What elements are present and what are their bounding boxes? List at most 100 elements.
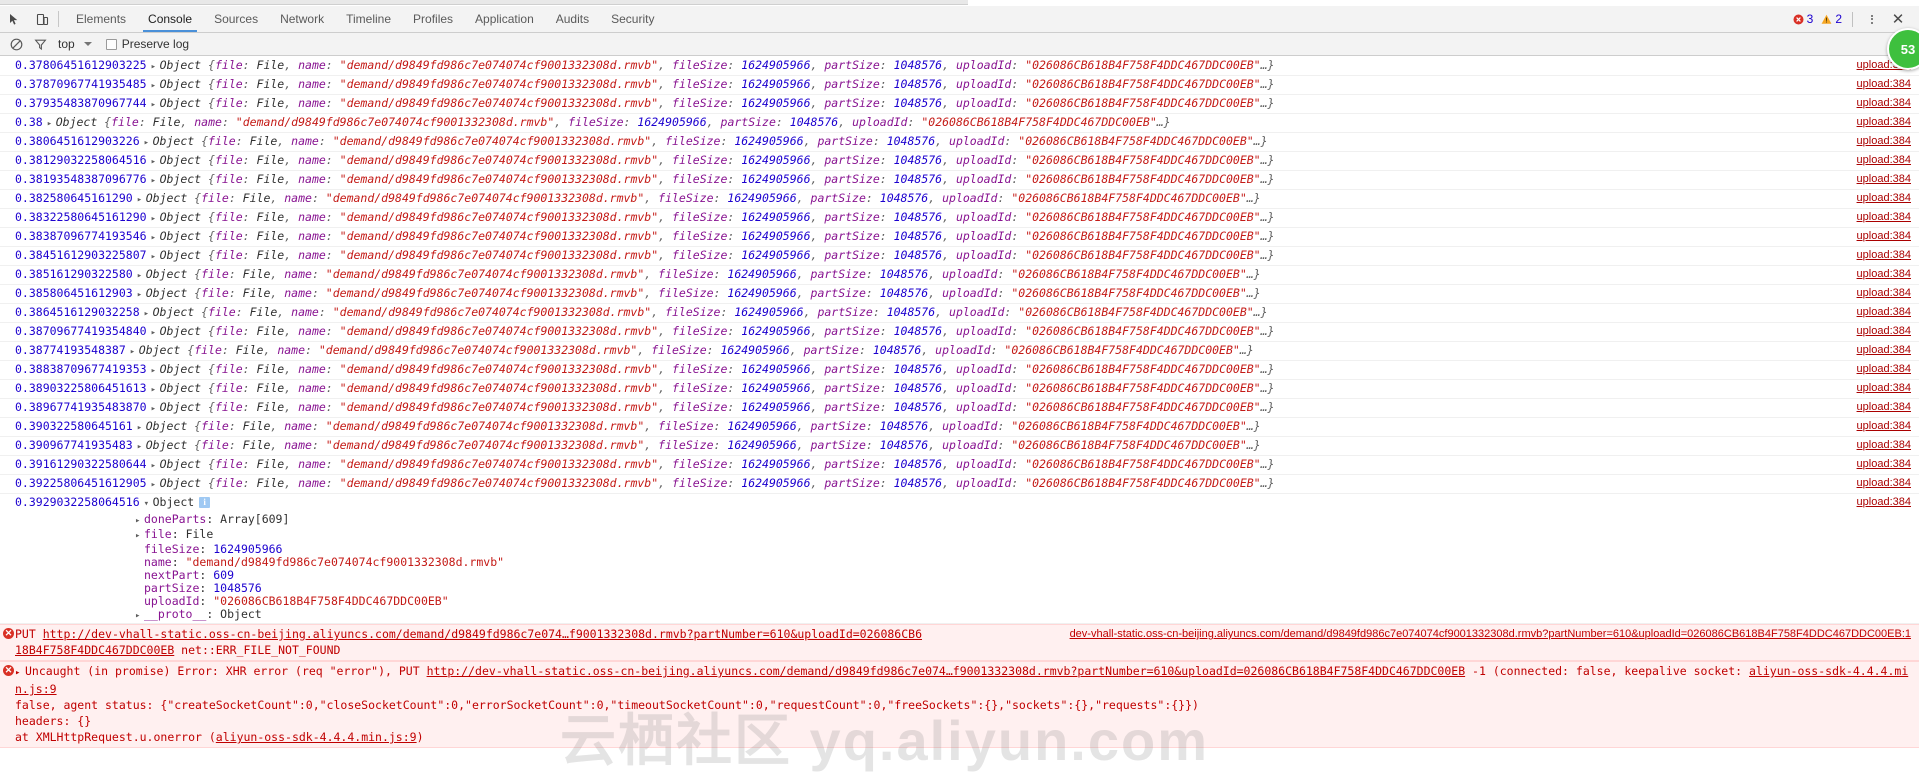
- source-link[interactable]: upload:384: [1857, 380, 1911, 396]
- console-log-row[interactable]: 0.390322580645161 ▸ Object {file: File, na…: [0, 418, 1919, 437]
- tab-network[interactable]: Network: [269, 6, 335, 32]
- source-link[interactable]: upload:384: [1857, 456, 1911, 472]
- tab-timeline[interactable]: Timeline: [335, 6, 402, 32]
- object-label[interactable]: Object: [160, 362, 202, 376]
- object-label[interactable]: Object: [160, 248, 202, 262]
- console-log-row[interactable]: 0.38193548387096776 ▸ Object {file: File, …: [0, 171, 1919, 190]
- tab-profiles[interactable]: Profiles: [402, 6, 464, 32]
- console-message-list[interactable]: 0.37806451612903225 ▸ Object {file: File, …: [0, 57, 1919, 784]
- console-error-row[interactable]: ✕ PUT http://dev-vhall-static.oss-cn-beij…: [0, 624, 1919, 661]
- object-label[interactable]: Object: [153, 134, 195, 148]
- expand-arrow-icon[interactable]: ▸: [151, 363, 160, 379]
- expand-arrow-icon[interactable]: ▸: [151, 173, 160, 189]
- source-link[interactable]: upload:384: [1857, 494, 1911, 511]
- source-link[interactable]: upload:384: [1857, 475, 1911, 491]
- expand-arrow-icon[interactable]: ▸: [135, 530, 144, 543]
- object-label[interactable]: Object: [160, 77, 202, 91]
- warning-counter[interactable]: 2: [1821, 12, 1847, 26]
- toggle-device-toolbar-icon[interactable]: [28, 6, 56, 32]
- expand-arrow-icon[interactable]: ▸: [151, 477, 160, 493]
- source-link[interactable]: upload:384: [1857, 342, 1911, 358]
- expand-arrow-icon[interactable]: ▸: [151, 382, 160, 398]
- source-link[interactable]: upload:384: [1857, 133, 1911, 149]
- console-log-row[interactable]: 0.3864516129032258 ▸ Object {file: File, n…: [0, 304, 1919, 323]
- source-link[interactable]: upload:384: [1857, 114, 1911, 130]
- object-property-row[interactable]: ▸ file: File: [15, 528, 1919, 543]
- source-link[interactable]: upload:384: [1857, 361, 1911, 377]
- console-log-row[interactable]: 0.38838709677419353 ▸ Object {file: File, …: [0, 361, 1919, 380]
- tab-security[interactable]: Security: [600, 6, 665, 32]
- console-log-row[interactable]: 0.390967741935483 ▸ Object {file: File, na…: [0, 437, 1919, 456]
- expand-arrow-icon[interactable]: ▸: [151, 458, 160, 474]
- expand-arrow-icon[interactable]: ▸: [137, 287, 146, 303]
- tab-elements[interactable]: Elements: [65, 6, 137, 32]
- console-log-row[interactable]: 0.385161290322580 ▸ Object {file: File, na…: [0, 266, 1919, 285]
- console-log-row[interactable]: 0.38774193548387 ▸ Object {file: File, nam…: [0, 342, 1919, 361]
- source-link[interactable]: upload:384: [1857, 152, 1911, 168]
- console-log-row[interactable]: 0.385806451612903 ▸ Object {file: File, na…: [0, 285, 1919, 304]
- object-label[interactable]: Object: [160, 96, 202, 110]
- expand-arrow-icon[interactable]: ▸: [151, 401, 160, 417]
- console-error-row[interactable]: ✕ ▸ Uncaught (in promise) Error: XHR error…: [0, 661, 1919, 748]
- expand-arrow-icon[interactable]: ▸: [151, 211, 160, 227]
- expand-arrow-icon[interactable]: ▸: [15, 665, 25, 681]
- object-label[interactable]: Object: [160, 381, 202, 395]
- object-property-row[interactable]: ▸ doneParts: Array[609]: [15, 513, 1919, 528]
- close-icon[interactable]: ✕: [1883, 12, 1913, 27]
- source-link[interactable]: upload:384: [1857, 323, 1911, 339]
- object-label[interactable]: Object: [146, 419, 188, 433]
- tab-application[interactable]: Application: [464, 6, 545, 32]
- collapse-arrow-icon[interactable]: ▾: [144, 496, 153, 513]
- expand-arrow-icon[interactable]: ▸: [137, 420, 146, 436]
- expand-arrow-icon[interactable]: ▸: [151, 325, 160, 341]
- console-log-row[interactable]: 0.39225806451612905 ▸ Object {file: File, …: [0, 475, 1919, 494]
- source-link[interactable]: upload:384: [1857, 228, 1911, 244]
- object-label[interactable]: Object: [160, 476, 202, 490]
- object-label[interactable]: Object: [160, 229, 202, 243]
- expand-arrow-icon[interactable]: ▸: [130, 344, 139, 360]
- console-log-row[interactable]: 0.38129032258064516 ▸ Object {file: File, …: [0, 152, 1919, 171]
- error-source-link[interactable]: dev-vhall-static.oss-cn-beijing.aliyuncs…: [1070, 626, 1911, 642]
- tab-sources[interactable]: Sources: [203, 6, 269, 32]
- more-options-icon[interactable]: [1861, 13, 1883, 25]
- request-url-continued[interactable]: 18B4F758F4DDC467DDC00EB: [15, 643, 174, 657]
- source-link[interactable]: upload:384: [1857, 437, 1911, 453]
- object-label[interactable]: Object: [160, 210, 202, 224]
- expand-arrow-icon[interactable]: ▸: [151, 249, 160, 265]
- console-log-row[interactable]: 0.37870967741935485 ▸ Object {file: File, …: [0, 76, 1919, 95]
- console-log-row[interactable]: 0.38 ▸ Object {file: File, name: "demand/d…: [0, 114, 1919, 133]
- object-label[interactable]: Object: [160, 172, 202, 186]
- expand-arrow-icon[interactable]: ▸: [144, 306, 153, 322]
- object-label[interactable]: Object: [56, 115, 98, 129]
- console-log-row[interactable]: 0.39161290322580644 ▸ Object {file: File, …: [0, 456, 1919, 475]
- console-log-row[interactable]: 0.38451612903225807 ▸ Object {file: File, …: [0, 247, 1919, 266]
- stack-frame-link[interactable]: aliyun-oss-sdk-4.4.4.min.js:9: [216, 730, 417, 744]
- execution-context-selector[interactable]: top: [58, 37, 92, 51]
- console-log-row[interactable]: 0.382580645161290 ▸ Object {file: File, na…: [0, 190, 1919, 209]
- object-label[interactable]: Object: [153, 305, 195, 319]
- expand-arrow-icon[interactable]: ▸: [137, 268, 146, 284]
- source-link[interactable]: upload:384: [1857, 190, 1911, 206]
- object-label[interactable]: Object: [153, 495, 195, 509]
- console-log-row[interactable]: 0.37806451612903225 ▸ Object {file: File, …: [0, 57, 1919, 76]
- expand-arrow-icon[interactable]: ▸: [144, 135, 153, 151]
- source-link[interactable]: upload:384: [1857, 76, 1911, 92]
- source-link[interactable]: upload:384: [1857, 209, 1911, 225]
- filter-funnel-icon[interactable]: [28, 33, 52, 55]
- info-icon[interactable]: i: [199, 497, 211, 508]
- expand-arrow-icon[interactable]: ▸: [151, 97, 160, 113]
- object-label[interactable]: Object: [160, 58, 202, 72]
- object-property-row[interactable]: ▸ __proto__: Object: [15, 608, 1919, 623]
- expand-arrow-icon[interactable]: ▸: [151, 230, 160, 246]
- console-log-row[interactable]: 0.3806451612903226 ▸ Object {file: File, n…: [0, 133, 1919, 152]
- source-link[interactable]: upload:384: [1857, 418, 1911, 434]
- console-log-row[interactable]: 0.38903225806451613 ▸ Object {file: File, …: [0, 380, 1919, 399]
- console-log-row[interactable]: 0.38322580645161290 ▸ Object {file: File, …: [0, 209, 1919, 228]
- console-log-row[interactable]: 0.37935483870967744 ▸ Object {file: File, …: [0, 95, 1919, 114]
- source-link[interactable]: upload:384: [1857, 399, 1911, 415]
- object-label[interactable]: Object: [160, 457, 202, 471]
- tab-audits[interactable]: Audits: [545, 6, 600, 32]
- expand-arrow-icon[interactable]: ▸: [47, 116, 56, 132]
- expand-arrow-icon[interactable]: ▸: [137, 192, 146, 208]
- object-label[interactable]: Object: [146, 267, 188, 281]
